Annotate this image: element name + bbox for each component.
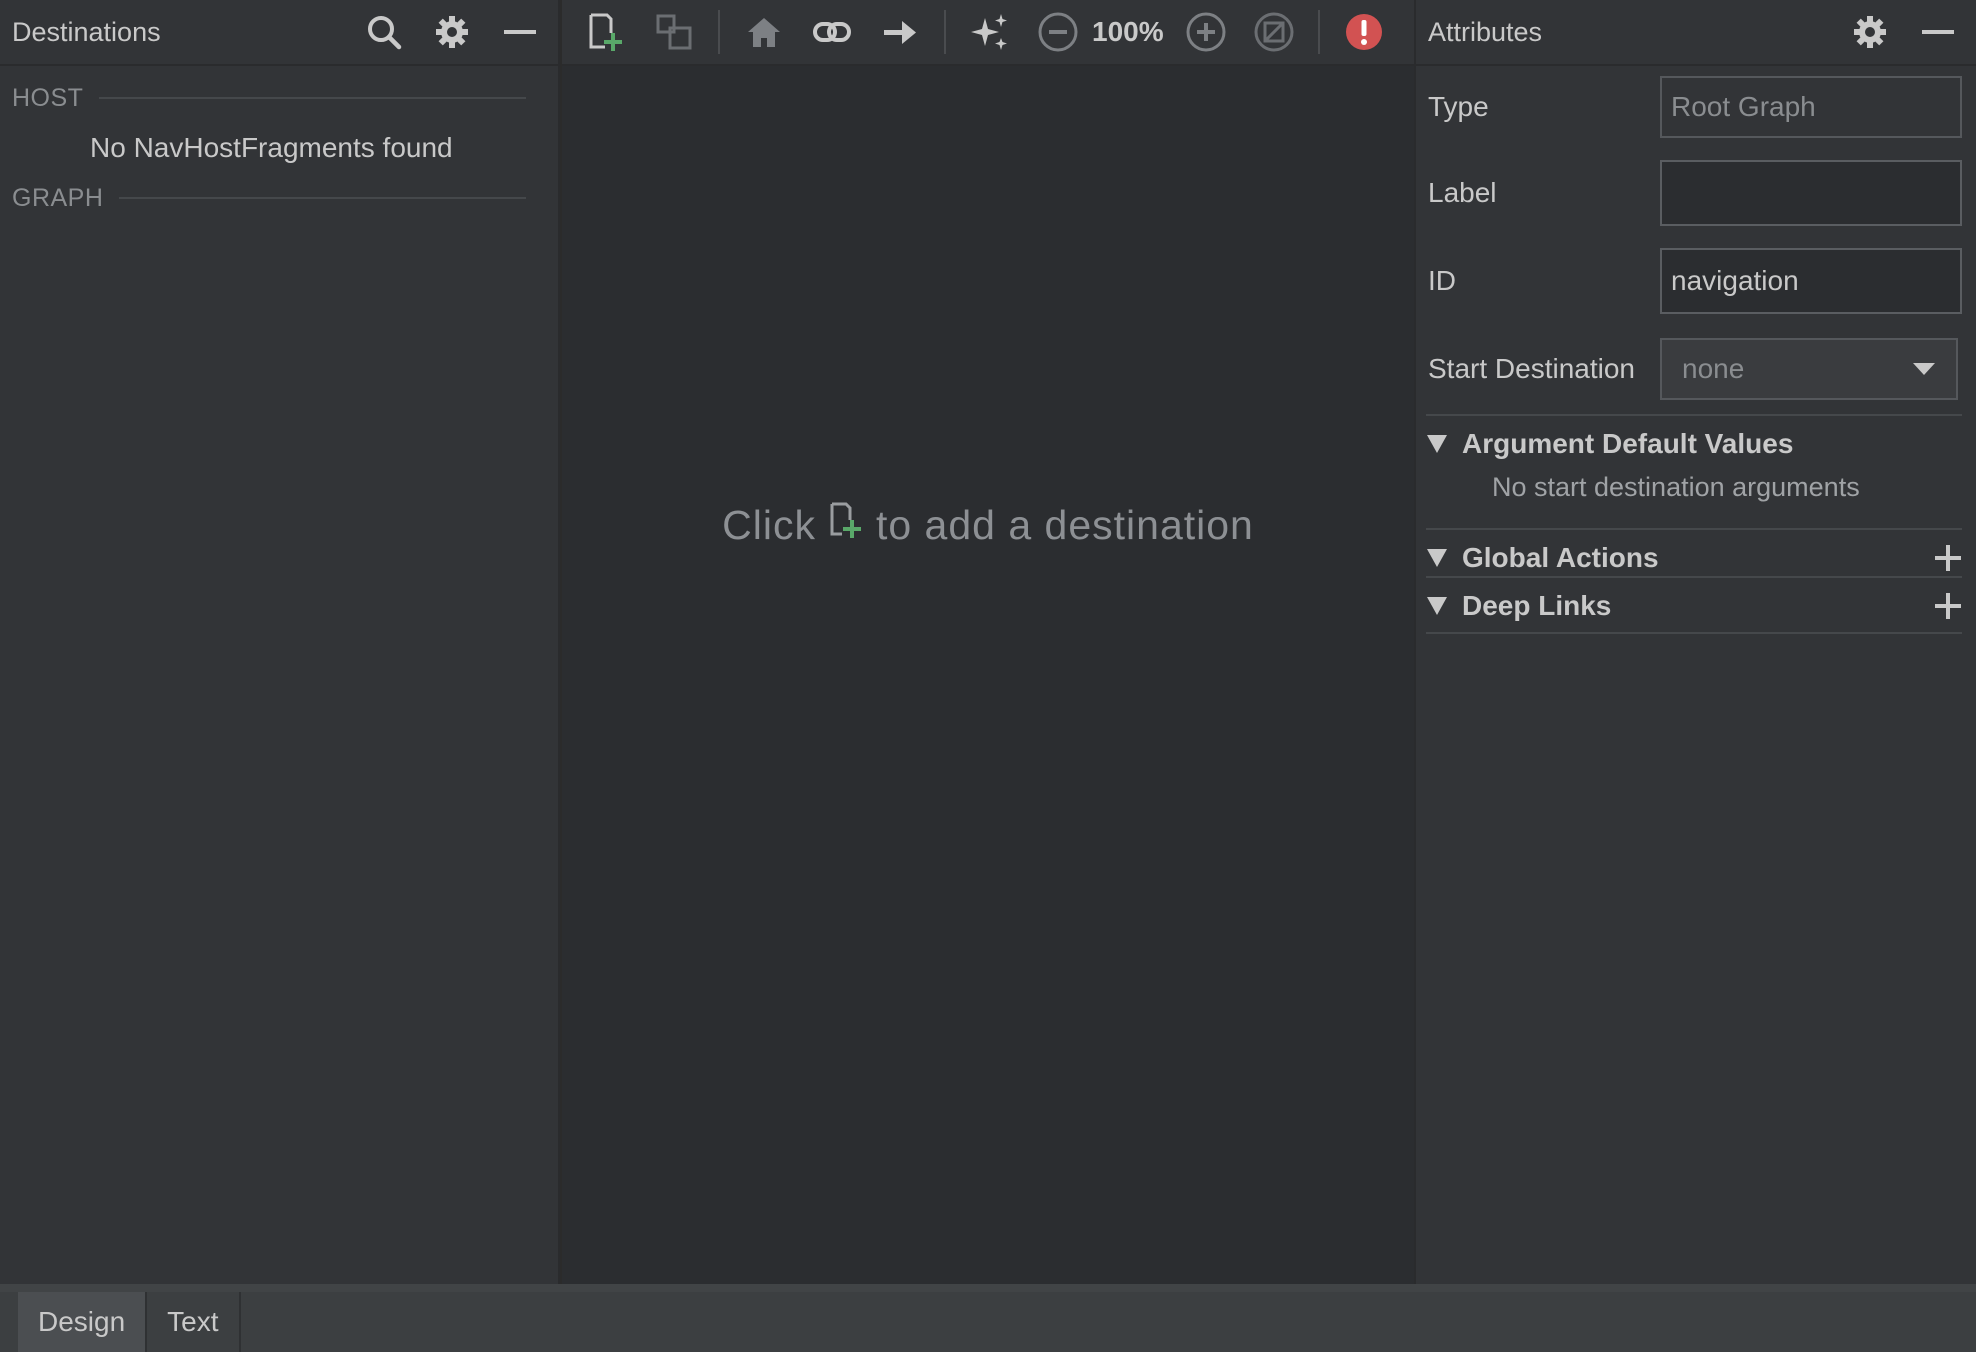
start-destination-row: Start Destination none bbox=[1428, 338, 1962, 400]
deep-link-icon[interactable] bbox=[808, 8, 856, 56]
deep-links-group: Deep Links bbox=[1426, 576, 1962, 634]
label-row: Label bbox=[1428, 160, 1962, 226]
add-global-action-icon[interactable] bbox=[1934, 544, 1962, 572]
editor-mode-tabs: Design Text bbox=[0, 1284, 1976, 1352]
design-canvas[interactable]: 100% Click to add a destination bbox=[562, 0, 1414, 1284]
id-row: ID navigation bbox=[1428, 248, 1962, 314]
zoom-out-icon[interactable] bbox=[1034, 8, 1082, 56]
attributes-title: Attributes bbox=[1428, 16, 1543, 47]
minimize-icon[interactable] bbox=[1912, 6, 1964, 58]
argument-default-values-header[interactable]: Argument Default Values bbox=[1426, 422, 1962, 466]
global-actions-header[interactable]: Global Actions bbox=[1426, 536, 1962, 580]
zoom-level: 100% bbox=[1092, 16, 1164, 47]
deep-links-title: Deep Links bbox=[1462, 590, 1612, 621]
id-field[interactable]: navigation bbox=[1660, 248, 1962, 314]
auto-arrange-icon[interactable] bbox=[966, 8, 1014, 56]
new-destination-icon[interactable] bbox=[582, 8, 630, 56]
empty-canvas-hint: Click to add a destination bbox=[562, 500, 1414, 550]
zoom-to-fit-icon[interactable] bbox=[1250, 8, 1298, 56]
id-label: ID bbox=[1428, 265, 1456, 296]
destinations-panel: Destinations HOST No NavHostFragments fo… bbox=[0, 0, 560, 1284]
label-field[interactable] bbox=[1660, 160, 1962, 226]
global-actions-group: Global Actions bbox=[1426, 528, 1962, 580]
host-section-header: HOST bbox=[0, 78, 558, 118]
start-destination-label: Start Destination bbox=[1428, 353, 1635, 384]
start-destination-value: none bbox=[1682, 353, 1745, 384]
add-action-arrow-icon[interactable] bbox=[876, 8, 924, 56]
add-deep-link-icon[interactable] bbox=[1934, 592, 1962, 620]
graph-section-header: GRAPH bbox=[0, 178, 558, 218]
navigation-editor: Destinations HOST No NavHostFragments fo… bbox=[0, 0, 1976, 1352]
nested-graph-icon[interactable] bbox=[650, 8, 698, 56]
error-icon[interactable] bbox=[1340, 8, 1388, 56]
collapse-triangle-icon bbox=[1427, 597, 1447, 615]
collapse-triangle-icon bbox=[1427, 435, 1447, 453]
divider bbox=[1426, 632, 1962, 634]
chevron-down-icon bbox=[1913, 363, 1935, 375]
minimize-icon[interactable] bbox=[494, 6, 546, 58]
attributes-header: Attributes bbox=[1416, 0, 1976, 66]
tab-design[interactable]: Design bbox=[18, 1292, 148, 1352]
hint-text-before: Click bbox=[722, 501, 816, 548]
toolbar-separator bbox=[944, 10, 946, 54]
new-destination-icon[interactable] bbox=[828, 500, 864, 550]
start-destination-select[interactable]: none bbox=[1660, 338, 1958, 400]
host-empty-message: No NavHostFragments found bbox=[90, 132, 453, 163]
argument-default-values-empty: No start destination arguments bbox=[1492, 472, 1860, 502]
host-section-label: HOST bbox=[12, 83, 84, 112]
type-field: Root Graph bbox=[1660, 76, 1962, 138]
graph-section-label: GRAPH bbox=[12, 183, 104, 212]
label-label: Label bbox=[1428, 177, 1497, 208]
editor-toolbar: 100% bbox=[562, 0, 1414, 66]
hint-text-after: to add a destination bbox=[875, 501, 1254, 548]
attributes-panel: Attributes Type Root Graph Label ID navi… bbox=[1414, 0, 1976, 1284]
argument-default-values-title: Argument Default Values bbox=[1462, 428, 1794, 459]
type-label: Type bbox=[1428, 91, 1489, 122]
gear-icon[interactable] bbox=[426, 6, 478, 58]
zoom-in-icon[interactable] bbox=[1182, 8, 1230, 56]
type-row: Type Root Graph bbox=[1428, 76, 1962, 138]
argument-default-values-group: Argument Default Values No start destina… bbox=[1426, 414, 1962, 503]
home-icon[interactable] bbox=[740, 8, 788, 56]
toolbar-separator bbox=[718, 10, 720, 54]
collapse-triangle-icon bbox=[1427, 549, 1447, 567]
destinations-header: Destinations bbox=[0, 0, 558, 66]
divider bbox=[119, 197, 526, 199]
global-actions-title: Global Actions bbox=[1462, 542, 1659, 573]
deep-links-header[interactable]: Deep Links bbox=[1426, 584, 1962, 628]
toolbar-separator bbox=[1317, 10, 1320, 54]
tab-text[interactable]: Text bbox=[147, 1292, 241, 1352]
search-icon[interactable] bbox=[358, 6, 410, 58]
gear-icon[interactable] bbox=[1844, 6, 1896, 58]
destinations-title: Destinations bbox=[12, 16, 161, 47]
divider bbox=[99, 97, 526, 99]
